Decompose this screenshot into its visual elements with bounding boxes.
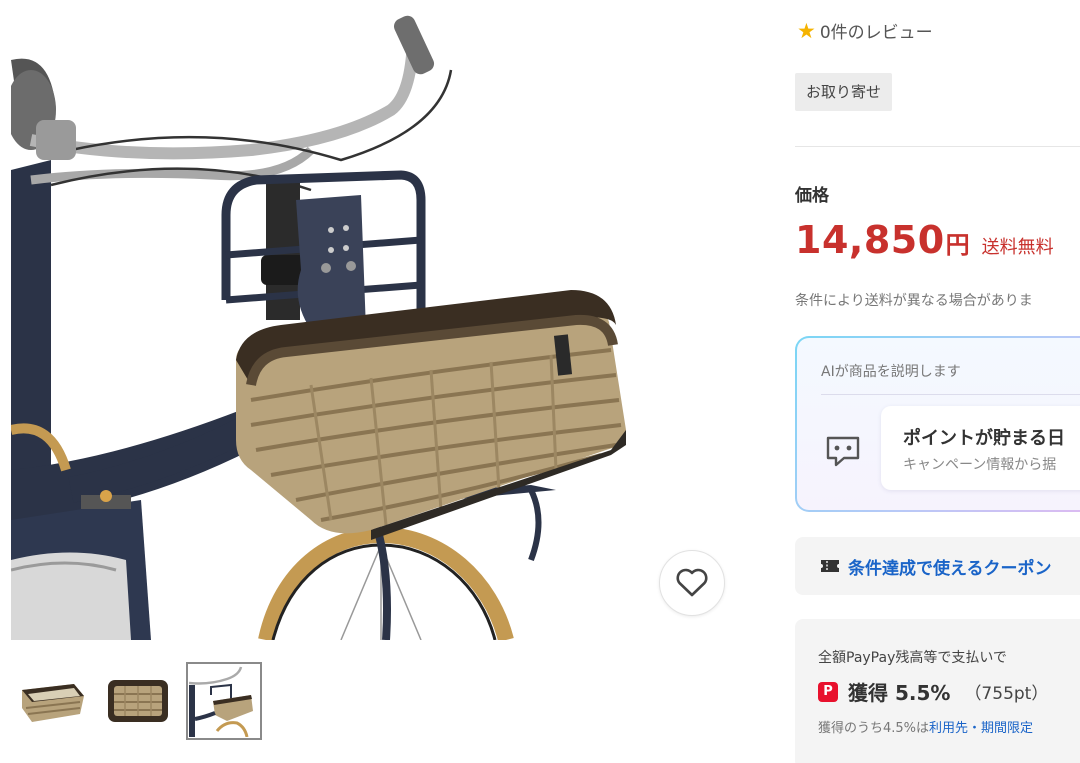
- review-summary[interactable]: ★ 0件のレビュー: [797, 18, 933, 44]
- ai-topic-card[interactable]: ポイントが貯まる日 キャンペーン情報から据: [881, 406, 1080, 490]
- thumbnail-strip: [14, 662, 262, 740]
- paypay-earn-row: P 獲得 5.5% （755pt）: [818, 677, 1048, 706]
- ai-card-title: ポイントが貯まる日: [903, 428, 1065, 449]
- ai-card-subtitle: キャンペーン情報から据: [903, 457, 1057, 473]
- bicycle-basket-photo: [11, 15, 626, 640]
- free-shipping-label: 送料無料: [981, 237, 1054, 258]
- price-currency: 円: [945, 231, 970, 259]
- paypay-condition-text: 全額PayPay残高等で支払いで: [818, 650, 1007, 666]
- order-status-badge: お取り寄せ: [795, 73, 893, 111]
- review-count-text: 0件のレビュー: [819, 23, 933, 43]
- heart-icon: [676, 568, 708, 597]
- shipping-note: 条件により送料が異なる場合がありま: [795, 293, 1033, 309]
- price-amount: 14,850: [795, 218, 945, 262]
- favorite-button[interactable]: [659, 550, 725, 616]
- paypay-reward-box: 全額PayPay残高等で支払いで P 獲得 5.5% （755pt） 獲得のうち…: [795, 619, 1080, 763]
- basket-on-bicycle-image: [189, 665, 259, 737]
- product-main-image[interactable]: [11, 0, 731, 640]
- coupon-text: 条件達成で使えるクーポン: [848, 558, 1052, 579]
- thumbnail-basket-top[interactable]: [100, 662, 176, 740]
- earn-note: 獲得のうち4.5%は利用先・期間限定: [818, 717, 1033, 736]
- ai-divider: [821, 394, 1080, 395]
- wicker-basket: [236, 290, 626, 540]
- conditional-coupon-link[interactable]: 条件達成で使えるクーポン: [795, 537, 1080, 595]
- ai-label: AIが商品を説明します: [821, 364, 961, 380]
- basket-angle-image: [22, 684, 84, 722]
- earn-note-prefix: 獲得のうち4.5%は: [818, 721, 930, 736]
- star-icon: ★: [797, 18, 816, 43]
- earn-points: （755pt）: [964, 684, 1049, 704]
- paypay-icon: P: [818, 681, 838, 702]
- usage-limit-link[interactable]: 利用先・期間限定: [929, 721, 1033, 736]
- thumbnail-basket-on-bicycle[interactable]: [186, 662, 262, 740]
- chat-bubble-icon: [826, 436, 860, 467]
- handlebar: [29, 15, 453, 320]
- ai-description-box: AIが商品を説明します ポイントが貯まる日 キャンペーン情報から据: [795, 336, 1080, 512]
- price-row: 14,850 円 送料無料: [795, 218, 1054, 262]
- earn-rate: 獲得 5.5%: [848, 681, 951, 705]
- divider: [795, 146, 1080, 147]
- coupon-ticket-icon: [820, 558, 840, 574]
- thumbnail-basket-angle[interactable]: [14, 662, 90, 740]
- product-info-panel: ★ 0件のレビュー お取り寄せ 価格 14,850 円 送料無料 条件により送料…: [795, 0, 1080, 763]
- basket-top-image: [108, 680, 168, 722]
- price-label: 価格: [795, 186, 829, 206]
